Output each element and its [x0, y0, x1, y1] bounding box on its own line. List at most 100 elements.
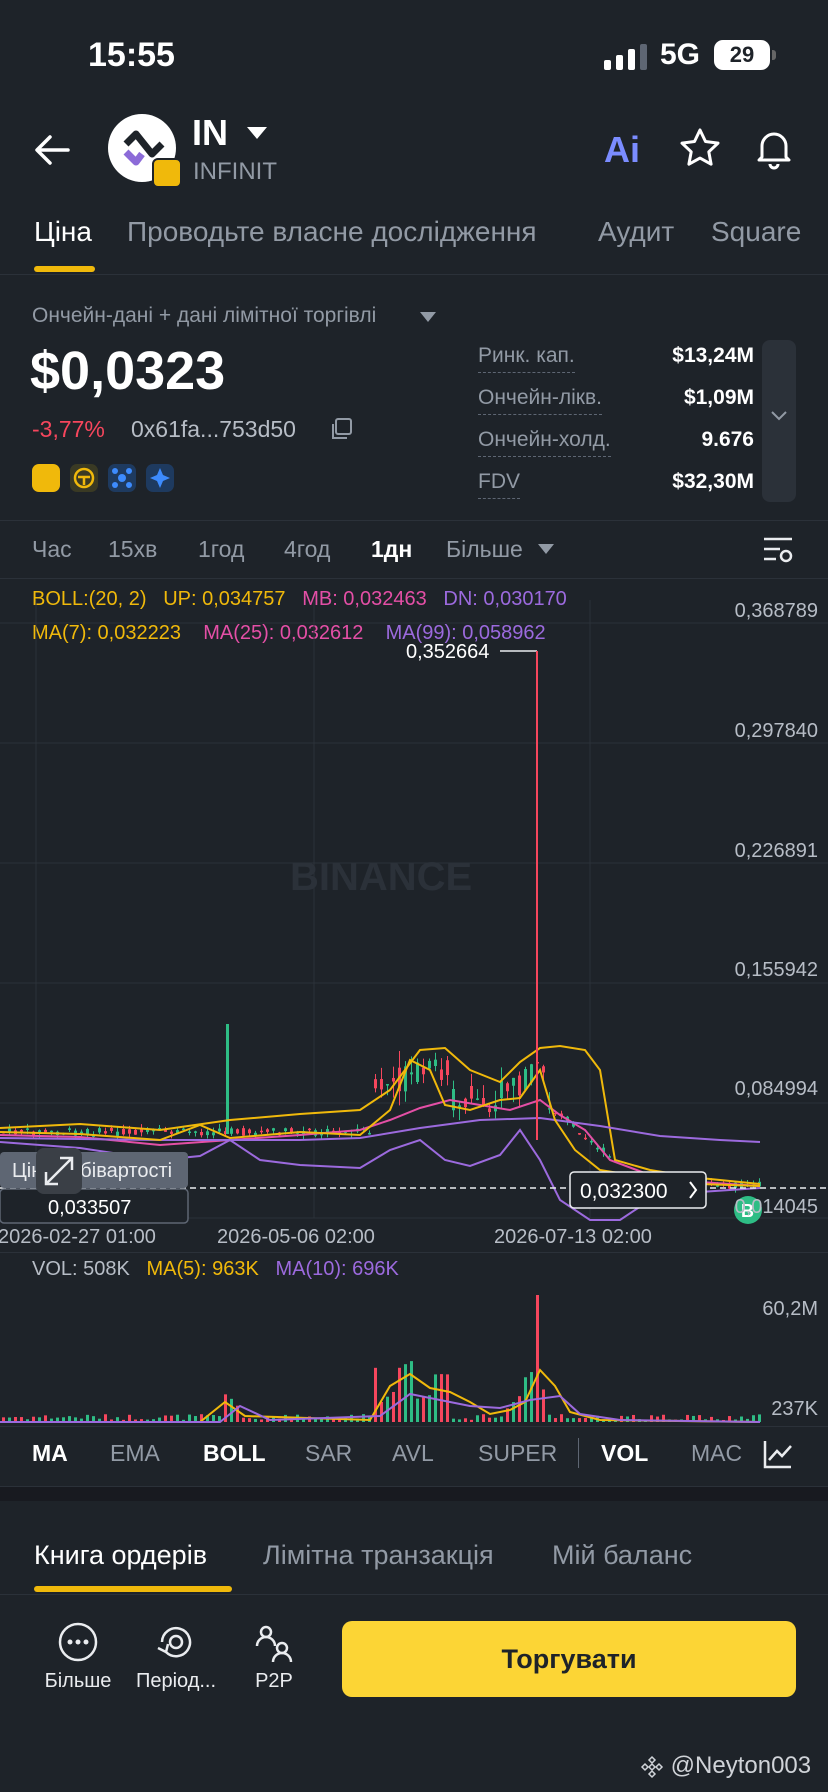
- volume-bar: [212, 1415, 215, 1422]
- volume-bar: [476, 1415, 479, 1422]
- star-icon[interactable]: [678, 126, 722, 170]
- candle: [128, 1129, 131, 1134]
- status-bar: 15:55 5G 29: [0, 0, 828, 110]
- candle: [272, 1128, 275, 1131]
- indicator-tab-super[interactable]: SUPER: [478, 1440, 557, 1467]
- tab-order-book[interactable]: Книга ордерів: [34, 1540, 207, 1571]
- tab-audit[interactable]: Аудит: [598, 216, 674, 248]
- volume-bar: [440, 1374, 443, 1422]
- volume-bar: [416, 1398, 419, 1422]
- timeframe-time[interactable]: Час: [32, 536, 72, 563]
- candle: [368, 1132, 371, 1135]
- indicator-tab-avl[interactable]: AVL: [392, 1440, 434, 1467]
- ai-icon[interactable]: Ai: [602, 126, 646, 170]
- caret-down-icon[interactable]: [246, 126, 268, 140]
- timeframe-more-caret-icon[interactable]: [538, 544, 554, 554]
- volume-bar: [230, 1398, 233, 1422]
- data-source-selector[interactable]: Ончейн-дані + дані лімітної торгівлі: [32, 304, 376, 328]
- candle: [428, 1060, 431, 1069]
- volume-bar: [176, 1414, 179, 1422]
- price-change: -3,77%: [32, 416, 105, 442]
- y-tick: 0,226891: [734, 840, 818, 862]
- svg-text:0,033507: 0,033507: [48, 1197, 131, 1219]
- y-tick: 0,084994: [734, 1078, 818, 1100]
- indicator-tab-boll[interactable]: BOLL: [203, 1440, 266, 1467]
- candle: [410, 1072, 413, 1075]
- volume-bar: [572, 1418, 575, 1422]
- sparkle-badge-icon[interactable]: [146, 464, 174, 492]
- chart-settings-icon[interactable]: [762, 534, 794, 566]
- bnb-badge-icon[interactable]: [32, 464, 60, 492]
- candle: [476, 1098, 479, 1100]
- shield-badge-icon[interactable]: [70, 464, 98, 492]
- timeframe-more[interactable]: Більше: [446, 536, 523, 563]
- candle: [236, 1129, 239, 1134]
- indicator-tab-ema[interactable]: EMA: [110, 1440, 160, 1467]
- volume-bar: [398, 1367, 401, 1422]
- indicator-chart-icon: [763, 1441, 792, 1469]
- volume-bar: [188, 1414, 191, 1422]
- timeframe-1h[interactable]: 1год: [198, 536, 244, 563]
- back-arrow-icon[interactable]: [32, 130, 72, 170]
- fullscreen-icon[interactable]: [36, 1148, 82, 1194]
- chevron-down-icon: [771, 411, 787, 421]
- price-chart[interactable]: BINANCE 0,352664 0,032300 Ціна собіварто…: [0, 600, 828, 1320]
- tab-limit-transaction[interactable]: Лімітна транзакція: [263, 1540, 494, 1571]
- tab-square[interactable]: Square: [711, 216, 801, 248]
- more-action[interactable]: Більше: [33, 1620, 123, 1693]
- divider: [0, 1252, 828, 1253]
- network-badge-icon[interactable]: [108, 464, 136, 492]
- volume-bar: [560, 1414, 563, 1422]
- candle: [230, 1128, 233, 1134]
- volume-bar: [86, 1414, 89, 1422]
- indicator-tab-macd[interactable]: MAC: [691, 1440, 742, 1467]
- indicator-settings[interactable]: [746, 1432, 828, 1478]
- volume-chart[interactable]: [0, 1290, 828, 1426]
- candle: [266, 1129, 269, 1132]
- candle: [248, 1129, 251, 1134]
- timeframe-15m[interactable]: 15хв: [108, 536, 157, 563]
- p2p-action[interactable]: P2P: [229, 1620, 319, 1693]
- candle: [98, 1128, 101, 1133]
- volume-bar: [128, 1414, 131, 1422]
- candle: [386, 1084, 389, 1086]
- stats-expand-button[interactable]: [762, 340, 796, 502]
- candle: [50, 1130, 53, 1133]
- x-tick: 2026-07-13 02:00: [494, 1226, 652, 1248]
- current-price: $0,0323: [30, 341, 226, 401]
- candle: [518, 1075, 521, 1096]
- timeframe-1d[interactable]: 1дн: [371, 536, 412, 563]
- tab-price[interactable]: Ціна: [34, 216, 92, 248]
- volume-bar: [584, 1417, 587, 1422]
- indicator-tab-ma[interactable]: MA: [32, 1440, 68, 1467]
- volume-bar: [452, 1418, 455, 1422]
- candle: [416, 1062, 419, 1083]
- candle: [116, 1131, 119, 1136]
- candle: [86, 1129, 89, 1134]
- volume-bar: [482, 1414, 485, 1422]
- candle: [380, 1079, 383, 1090]
- tab-my-balance[interactable]: Мій баланс: [552, 1540, 692, 1571]
- candle-spike: [226, 1024, 229, 1134]
- token-symbol[interactable]: IN: [192, 112, 228, 154]
- recurring-action[interactable]: Період...: [131, 1620, 221, 1693]
- candle: [596, 1147, 599, 1150]
- data-source-caret-icon[interactable]: [420, 312, 436, 322]
- token-logo: [108, 114, 182, 188]
- bell-icon[interactable]: [752, 126, 796, 170]
- tab-research[interactable]: Проводьте власне дослідження: [127, 216, 537, 248]
- volume-bars: [2, 1295, 761, 1422]
- candle: [200, 1131, 203, 1136]
- candle: [506, 1083, 509, 1092]
- trade-button[interactable]: Торгувати: [342, 1621, 796, 1697]
- y-tick: 0,014045: [734, 1196, 818, 1218]
- timeframe-4h[interactable]: 4год: [284, 536, 330, 563]
- cost-price-tag[interactable]: Ціна собівартості 0,033507: [0, 1152, 189, 1224]
- volume-spike: [536, 1295, 539, 1422]
- copy-icon[interactable]: [330, 418, 352, 440]
- indicator-tab-sar[interactable]: SAR: [305, 1440, 352, 1467]
- main-tabs: Ціна Проводьте власне дослідження Аудит …: [0, 200, 828, 275]
- recurring-icon: [157, 1626, 192, 1658]
- current-price-tag[interactable]: 0,032300: [569, 1171, 707, 1209]
- indicator-tab-vol[interactable]: VOL: [601, 1440, 648, 1467]
